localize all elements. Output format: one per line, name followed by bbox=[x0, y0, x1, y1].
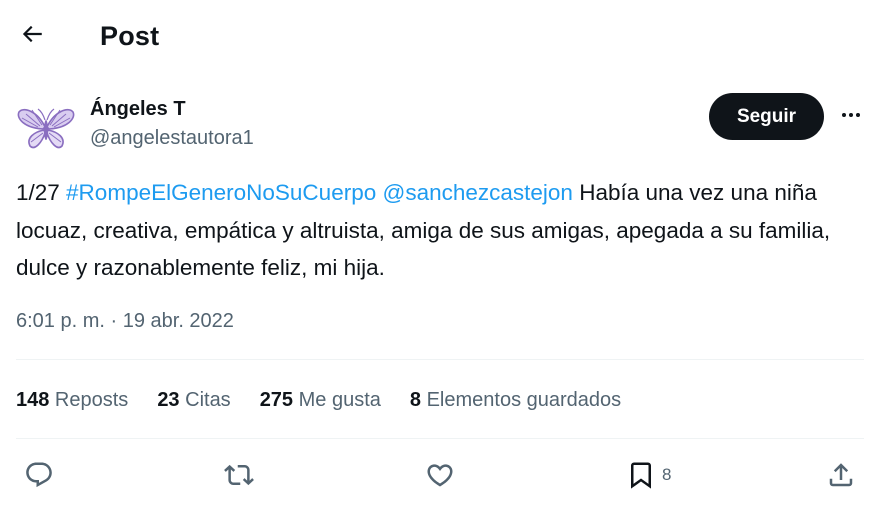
share-icon bbox=[826, 460, 856, 490]
follow-button[interactable]: Seguir bbox=[709, 93, 824, 140]
arrow-left-icon bbox=[19, 21, 45, 52]
more-button[interactable] bbox=[832, 98, 870, 136]
reply-button[interactable] bbox=[24, 452, 54, 498]
bookmark-count: 8 bbox=[662, 465, 672, 484]
likes-stat[interactable]: 275 Me gusta bbox=[260, 386, 381, 414]
back-button[interactable] bbox=[12, 16, 52, 56]
quotes-stat[interactable]: 23 Citas bbox=[157, 386, 230, 414]
mention-link[interactable]: @sanchezcastejon bbox=[383, 180, 573, 205]
bookmarks-stat[interactable]: 8 Elementos guardados bbox=[410, 386, 621, 414]
divider bbox=[16, 359, 864, 360]
divider bbox=[16, 438, 864, 439]
page-title: Post bbox=[100, 21, 160, 51]
bookmark-button[interactable]: 8 bbox=[626, 452, 671, 498]
share-button[interactable] bbox=[826, 452, 856, 498]
timestamp[interactable]: 6:01 p. m. · 19 abr. 2022 bbox=[16, 308, 234, 334]
author-handle[interactable]: @angelestautora1 bbox=[90, 125, 254, 151]
tweet-text: 1/27 #RompeElGeneroNoSuCuerpo @sanchezca… bbox=[16, 174, 866, 287]
author-name[interactable]: Ángeles T bbox=[90, 96, 186, 122]
likes-count: 275 bbox=[259, 389, 294, 411]
hashtag-link[interactable]: #RompeElGeneroNoSuCuerpo bbox=[66, 180, 376, 205]
avatar[interactable] bbox=[16, 98, 76, 158]
repost-icon bbox=[224, 460, 254, 490]
action-bar: 8 bbox=[0, 452, 886, 498]
likes-label: Me gusta bbox=[293, 389, 381, 411]
like-button[interactable] bbox=[425, 452, 455, 498]
reply-icon bbox=[24, 460, 54, 490]
more-horizontal-icon bbox=[839, 103, 863, 132]
quotes-label: Citas bbox=[179, 389, 231, 411]
bookmarks-count: 8 bbox=[409, 389, 422, 411]
heart-icon bbox=[425, 460, 455, 490]
engagement-stats: 148 Reposts 23 Citas 275 Me gusta 8 Elem… bbox=[16, 386, 650, 414]
bookmark-icon bbox=[626, 460, 656, 490]
quotes-count: 23 bbox=[157, 389, 180, 411]
repost-button[interactable] bbox=[224, 452, 254, 498]
butterfly-icon bbox=[16, 96, 76, 161]
top-bar: Post bbox=[0, 0, 886, 74]
reposts-count: 148 bbox=[16, 389, 50, 411]
tweet-prefix: 1/27 bbox=[16, 180, 67, 205]
reposts-stat[interactable]: 148 Reposts bbox=[16, 386, 128, 414]
reposts-label: Reposts bbox=[49, 389, 129, 411]
bookmarks-label: Elementos guardados bbox=[421, 389, 622, 411]
